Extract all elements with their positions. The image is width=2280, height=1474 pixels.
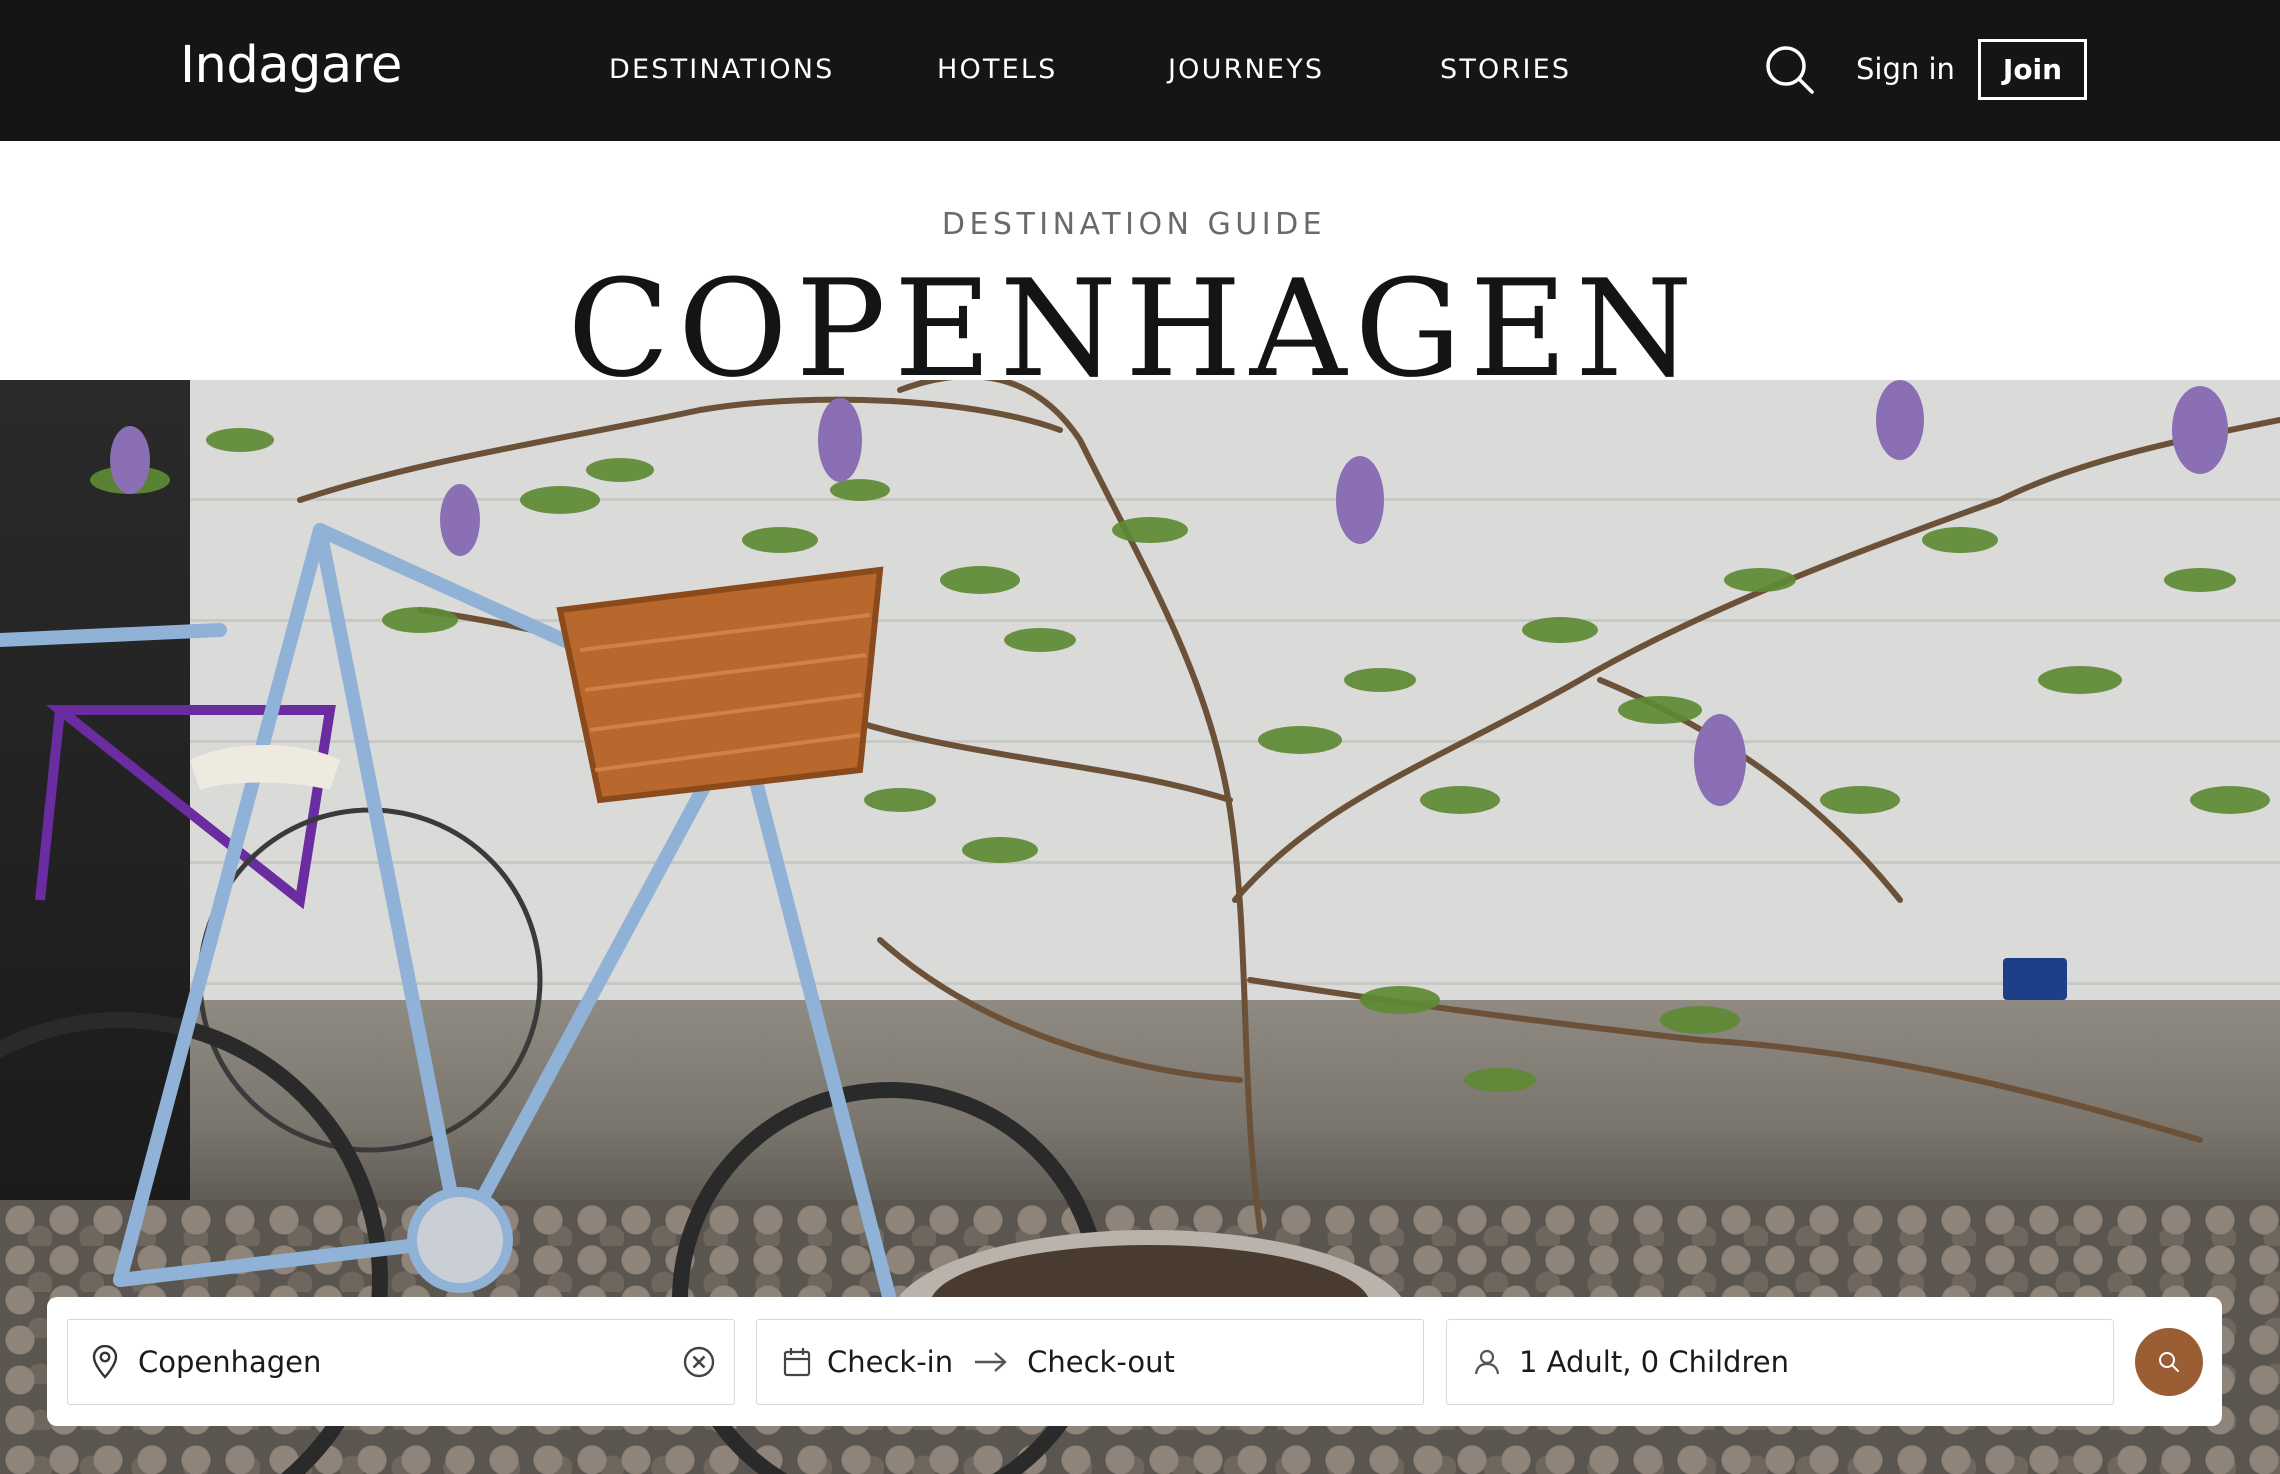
nav-hotels[interactable]: HOTELS bbox=[937, 54, 1058, 85]
clear-icon[interactable] bbox=[682, 1345, 716, 1379]
user-icon bbox=[1473, 1348, 1501, 1376]
arrow-right-icon bbox=[973, 1350, 1009, 1374]
page-title: COPENHAGEN bbox=[567, 251, 1701, 407]
nav-journeys[interactable]: JOURNEYS bbox=[1168, 54, 1324, 85]
nav-stories[interactable]: STORIES bbox=[1440, 54, 1571, 85]
join-button[interactable]: Join bbox=[1978, 39, 2087, 100]
check-in-label[interactable]: Check-in bbox=[827, 1345, 953, 1379]
nav-destinations[interactable]: DESTINATIONS bbox=[609, 54, 834, 85]
check-out-label[interactable]: Check-out bbox=[1027, 1345, 1175, 1379]
brand-logo[interactable]: Indagare bbox=[180, 36, 402, 95]
destination-field[interactable]: Copenhagen bbox=[67, 1319, 735, 1405]
dates-field[interactable]: Check-in Check-out bbox=[756, 1319, 1424, 1405]
search-submit-button[interactable] bbox=[2135, 1328, 2203, 1396]
calendar-icon bbox=[783, 1347, 811, 1377]
location-pin-icon bbox=[90, 1345, 120, 1379]
guests-value[interactable]: 1 Adult, 0 Children bbox=[1519, 1345, 1789, 1379]
destination-value[interactable]: Copenhagen bbox=[138, 1345, 682, 1379]
page-kicker: DESTINATION GUIDE bbox=[941, 207, 1327, 242]
guests-field[interactable]: 1 Adult, 0 Children bbox=[1446, 1319, 2114, 1405]
booking-search-bar: Copenhagen Check-in Check-out 1 Adult, 0… bbox=[47, 1297, 2222, 1426]
top-navigation: Indagare DESTINATIONS HOTELS JOURNEYS ST… bbox=[0, 0, 2280, 141]
search-icon[interactable] bbox=[1764, 44, 1816, 96]
sign-in-link[interactable]: Sign in bbox=[1856, 52, 1955, 86]
search-icon bbox=[2157, 1350, 2181, 1374]
